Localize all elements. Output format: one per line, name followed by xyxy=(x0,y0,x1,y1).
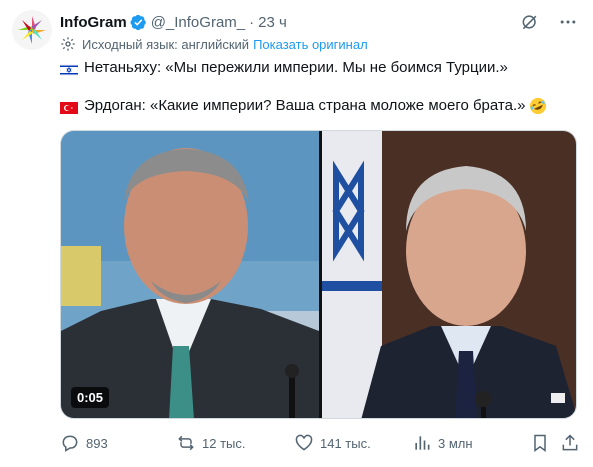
views-count: 3 млн xyxy=(438,435,473,451)
video-player[interactable]: 0:05 xyxy=(60,130,577,419)
bookmark-button[interactable] xyxy=(530,431,550,455)
views-button[interactable]: 3 млн xyxy=(412,431,473,455)
tweet-actions: 893 12 тыс. 141 тыс. 3 млн xyxy=(60,431,580,455)
translation-notice: Исходный язык: английский Показать ориги… xyxy=(60,36,368,52)
netanyahu-quote: Нетаньяху: «Мы пережили империи. Мы не б… xyxy=(84,59,508,76)
top-right-actions xyxy=(519,11,579,33)
video-duration: 0:05 xyxy=(71,387,110,408)
heart-icon xyxy=(295,434,313,451)
turkey-flag-icon xyxy=(60,100,78,114)
retweet-button[interactable]: 12 тыс. xyxy=(176,431,245,455)
share-icon xyxy=(562,434,578,451)
retweet-icon xyxy=(178,435,194,451)
author-handle[interactable]: @_InfoGram_ xyxy=(151,14,245,31)
author-name[interactable]: InfoGram xyxy=(60,14,127,31)
reply-button[interactable]: 893 xyxy=(60,431,108,455)
share-button[interactable] xyxy=(560,431,580,455)
tweet-text-line-1: Нетаньяху: «Мы пережили империи. Мы не б… xyxy=(59,58,508,78)
separator-dot: · xyxy=(249,13,255,31)
israel-flag-icon xyxy=(59,62,79,77)
translation-label: Исходный язык: английский xyxy=(82,36,250,52)
verified-badge-icon xyxy=(130,14,147,31)
tweet-header: InfoGram @_InfoGram_ · 23 ч xyxy=(60,12,287,32)
retweet-count: 12 тыс. xyxy=(202,435,246,451)
bookmark-icon xyxy=(534,434,546,452)
reply-icon xyxy=(62,435,78,452)
avatar[interactable] xyxy=(12,10,52,50)
post-time[interactable]: 23 ч xyxy=(258,14,287,31)
like-count: 141 тыс. xyxy=(320,435,371,451)
views-icon xyxy=(415,436,430,450)
show-original-link[interactable]: Показать оригинал xyxy=(253,37,368,52)
like-button[interactable]: 141 тыс. xyxy=(294,431,371,455)
tweet-text-line-2: Эрдоган: «Какие империи? Ваша страна мол… xyxy=(60,96,547,116)
rofl-emoji-icon xyxy=(529,97,547,115)
grok-icon[interactable] xyxy=(519,11,541,33)
video-thumbnail xyxy=(61,131,576,418)
reply-count: 893 xyxy=(86,435,108,451)
translate-gear-icon xyxy=(60,36,76,52)
erdogan-quote: Эрдоган: «Какие империи? Ваша страна мол… xyxy=(84,97,526,114)
more-icon[interactable] xyxy=(557,11,579,33)
